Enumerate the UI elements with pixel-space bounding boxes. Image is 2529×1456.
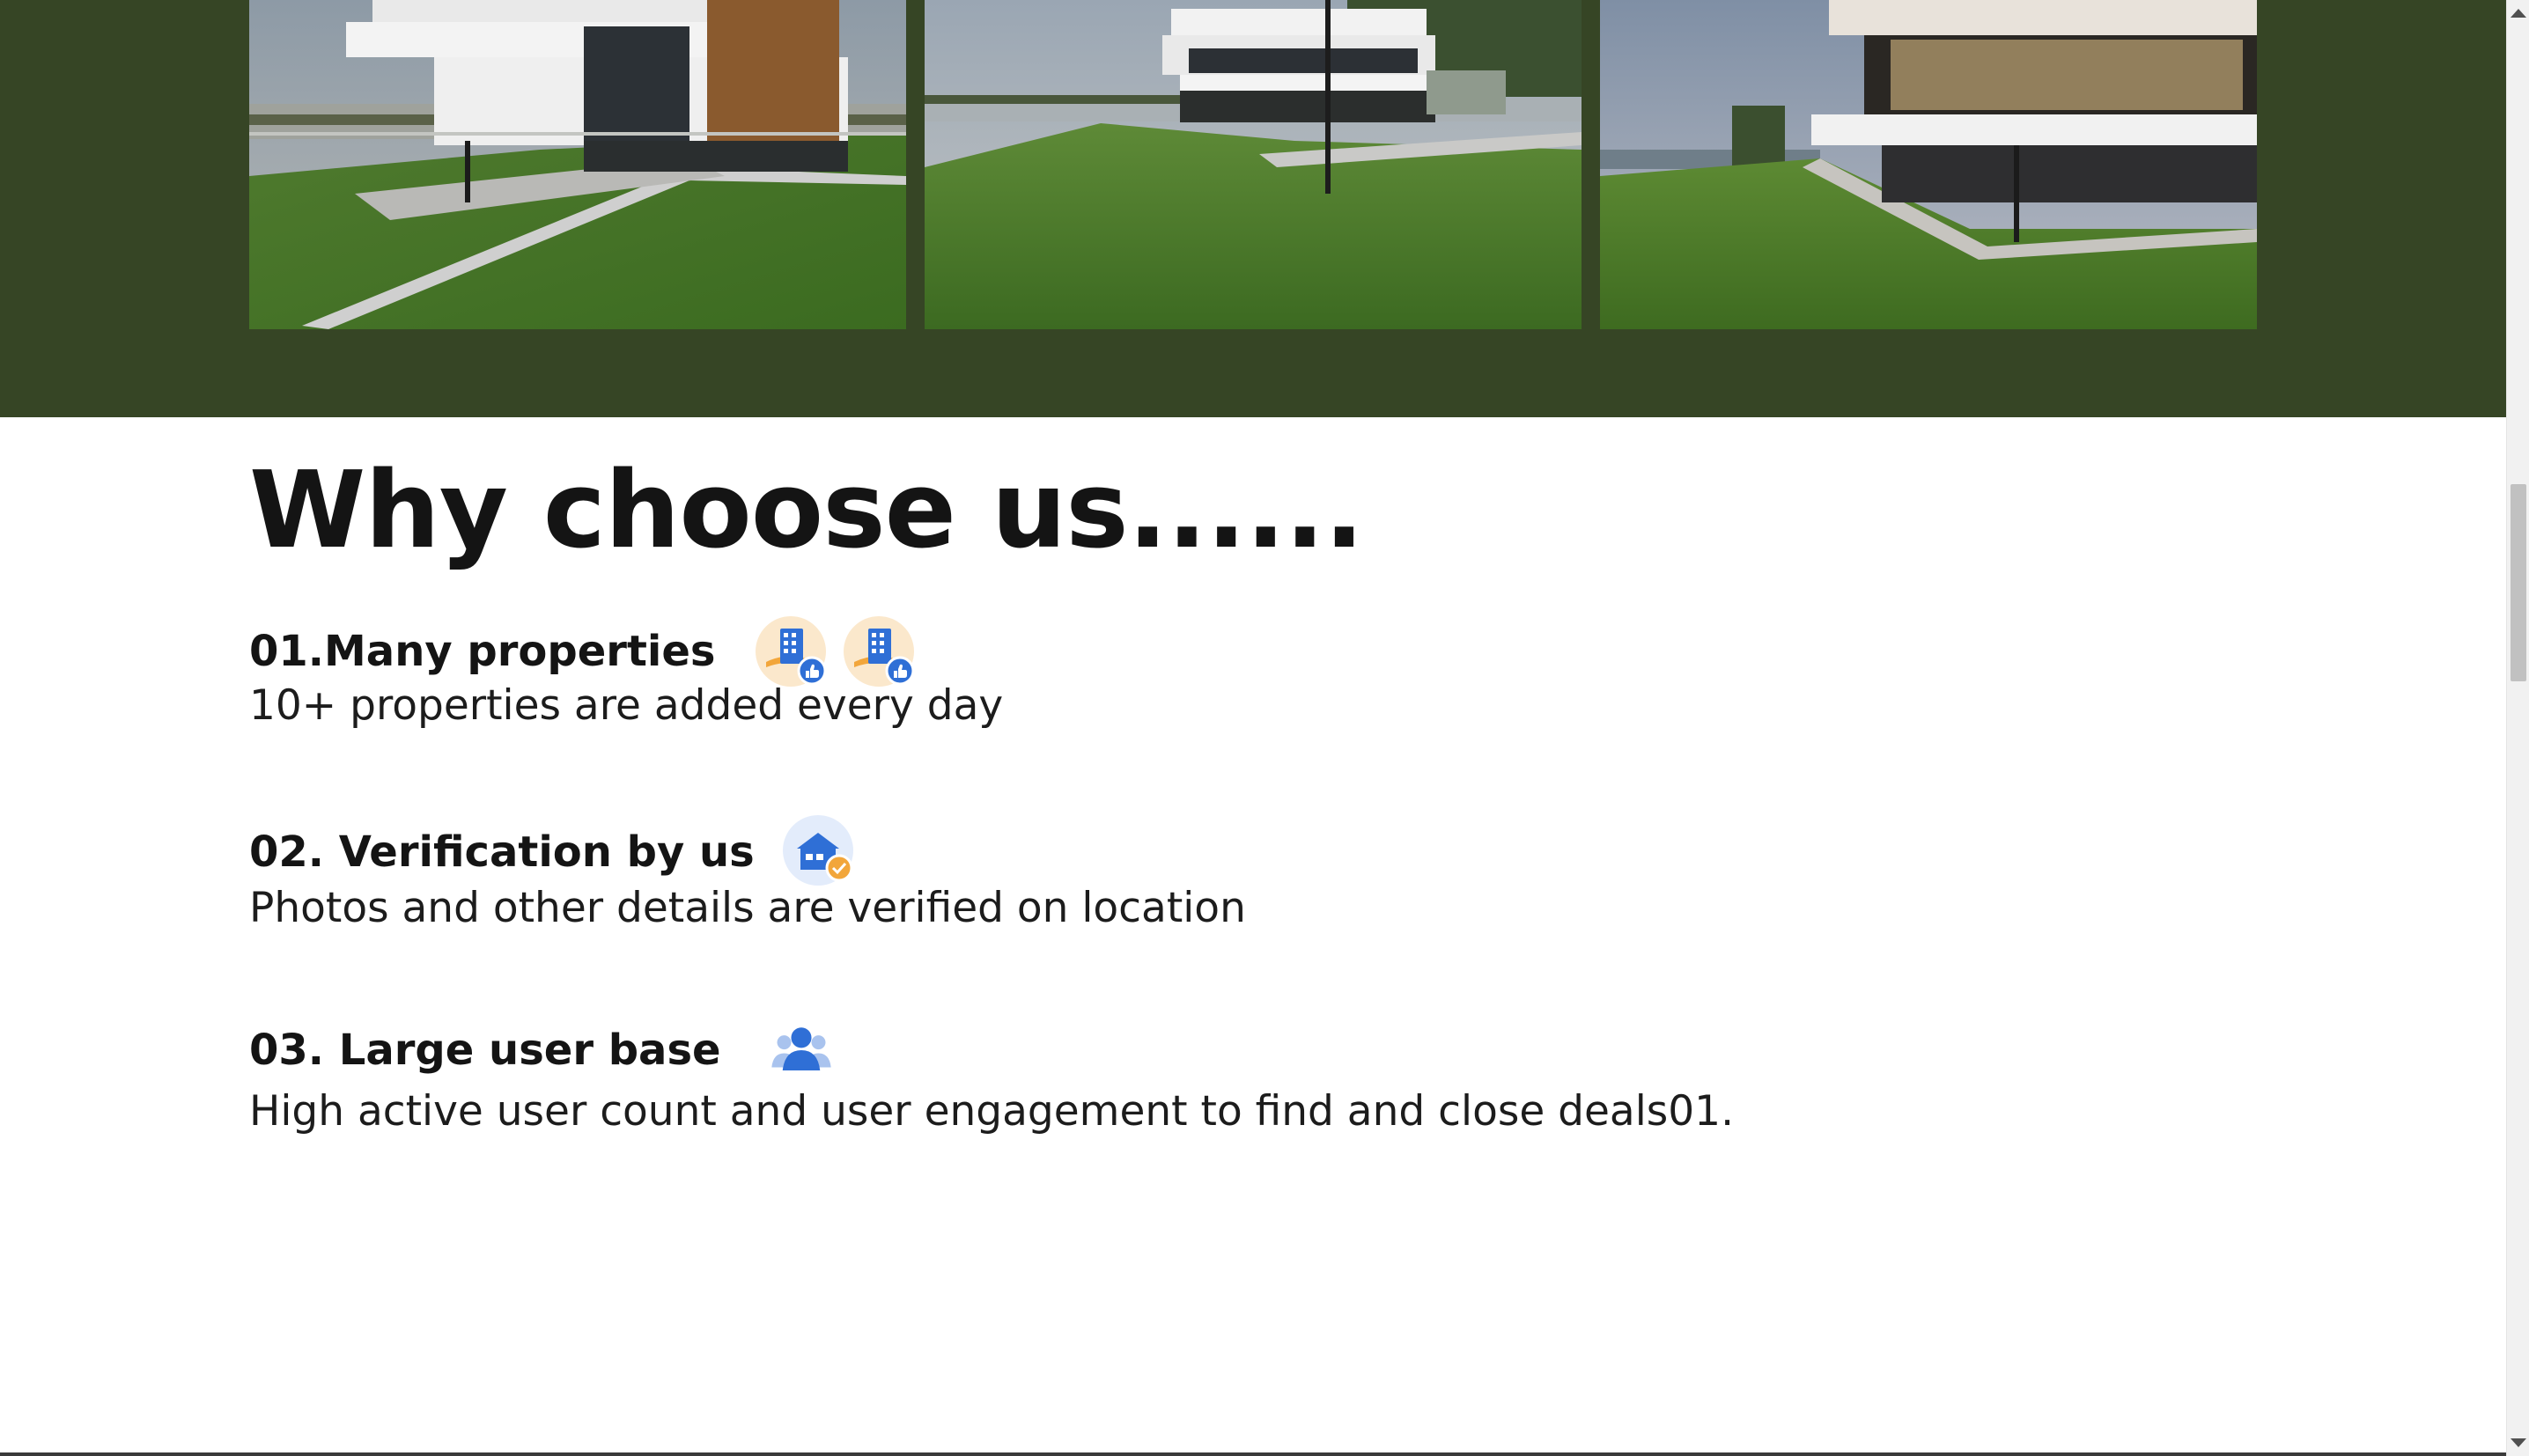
scrollbar-thumb[interactable] bbox=[2511, 484, 2526, 681]
house-verified-icon bbox=[781, 813, 859, 891]
feature-1-title-row: 01.Many properties bbox=[249, 613, 919, 690]
feature-3-description: High active user count and user engageme… bbox=[249, 1087, 1735, 1136]
section-title: Why choose us...... bbox=[249, 450, 1364, 572]
gallery-photo-3[interactable] bbox=[1600, 0, 2257, 329]
scroll-down-arrow-icon[interactable] bbox=[2511, 1438, 2526, 1447]
building-thumbs-up-icon bbox=[842, 613, 919, 690]
gallery-photo-2[interactable] bbox=[925, 0, 1582, 329]
vertical-scrollbar[interactable] bbox=[2506, 0, 2529, 1456]
bottom-divider bbox=[0, 1452, 2506, 1456]
villa-photo-2 bbox=[925, 0, 1582, 329]
scroll-up-arrow-icon[interactable] bbox=[2511, 9, 2526, 18]
feature-2-title-row: 02. Verification by us bbox=[249, 813, 859, 891]
gallery-band bbox=[0, 0, 2506, 417]
feature-2-title: 02. Verification by us bbox=[249, 827, 755, 877]
feature-1-icons bbox=[754, 613, 919, 690]
building-thumbs-up-icon bbox=[754, 613, 831, 690]
feature-3-title: 03. Large user base bbox=[249, 1026, 721, 1075]
feature-3-title-row: 03. Large user base bbox=[249, 1016, 836, 1085]
villa-photo-3 bbox=[1600, 0, 2257, 329]
feature-1-title: 01.Many properties bbox=[249, 627, 716, 676]
users-group-icon bbox=[767, 1016, 836, 1085]
feature-3-icons bbox=[767, 1016, 836, 1085]
feature-2-description: Photos and other details are verified on… bbox=[249, 884, 1246, 932]
feature-1-description: 10+ properties are added every day bbox=[249, 681, 1004, 730]
gallery-photo-1[interactable] bbox=[249, 0, 906, 329]
page-viewport: Why choose us...... 01.Many properties 1… bbox=[0, 0, 2506, 1456]
feature-2-icons bbox=[781, 813, 859, 891]
villa-photo-1 bbox=[249, 0, 906, 329]
